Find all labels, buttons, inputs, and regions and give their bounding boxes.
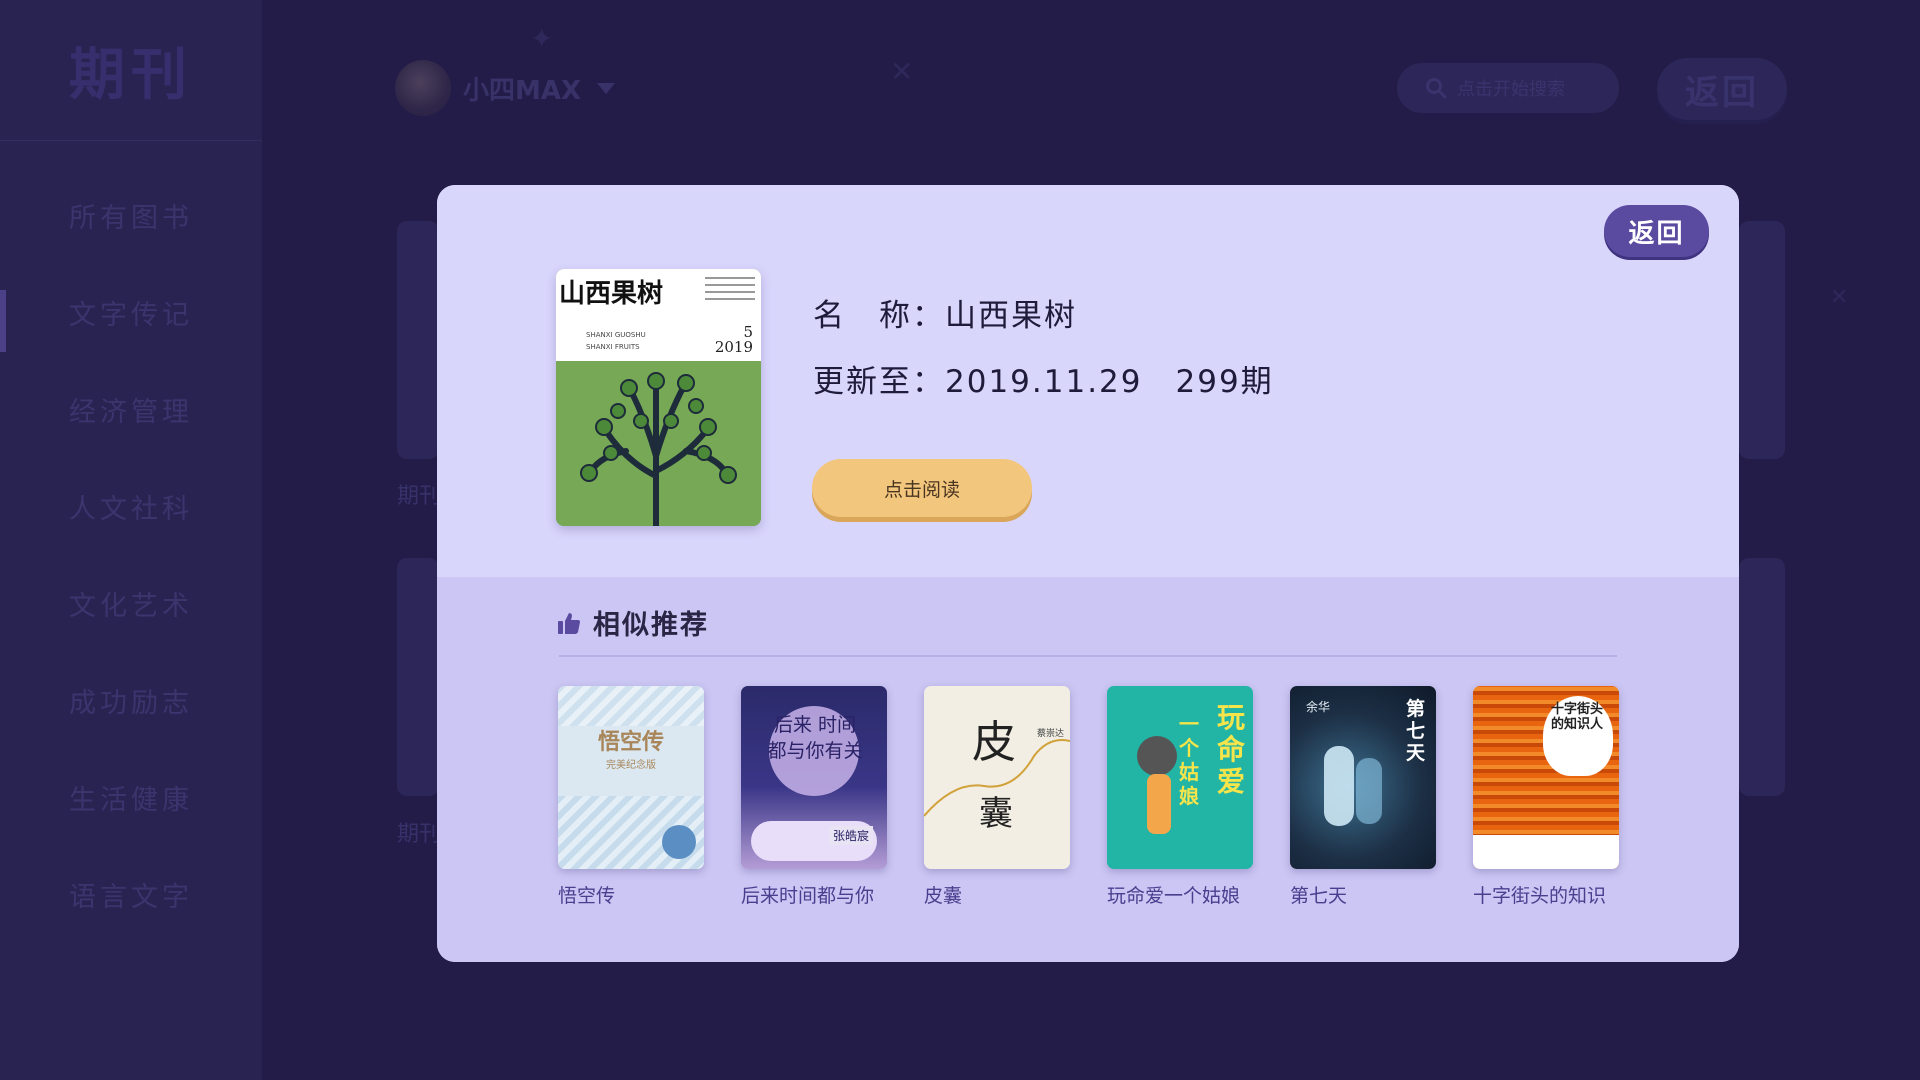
magazine-cover-subtitle: SHANXI GUOSHU SHANXI FRUITS (586, 331, 646, 351)
book-cover-author: 余华 (1306, 700, 1331, 714)
recommend-book[interactable]: 皮 囊 蔡崇达 皮囊 (924, 686, 1070, 908)
book-cover-subtext: 完美纪念版 (606, 760, 656, 771)
book-cover-author: 蔡崇达 (1036, 729, 1064, 739)
book-cover-text: 第七天 (1406, 698, 1426, 764)
book-title: 第七天 (1290, 885, 1348, 907)
recommend-book[interactable]: 十字街头的知识人 十字街头的知识 (1473, 686, 1619, 908)
book-title: 悟空传 (558, 885, 616, 907)
magazine-cover-issue: 5 2019 (715, 325, 753, 355)
book-cover[interactable]: 悟空传 完美纪念版 (558, 686, 704, 869)
gold-line-decoration-icon (924, 739, 1070, 817)
book-cover-text: 悟空传 (598, 729, 665, 755)
book-title: 后来时间都与你 (741, 885, 875, 907)
book-cover[interactable]: 余华 第七天 (1290, 686, 1436, 869)
magazine-cover-subtitle-2: SHANXI FRUITS (586, 343, 640, 351)
magazine-update-info: 更新至：2019.11.29 299期 (813, 364, 1274, 400)
recommend-book[interactable]: 玩命爱 一个姑娘 玩命爱一个姑娘 (1107, 686, 1253, 908)
book-cover-text: 十字街头的知识人 (1551, 702, 1604, 732)
magazine-cover: 山西果树 SHANXI GUOSHU SHANXI FRUITS 5 2019 (556, 269, 761, 526)
magazine-cover-header: 山西果树 SHANXI GUOSHU SHANXI FRUITS 5 2019 (556, 269, 761, 361)
thumbs-up-icon (558, 612, 580, 634)
magazine-cover-subtitle-1: SHANXI GUOSHU (586, 331, 646, 339)
book-cover[interactable]: 皮 囊 蔡崇达 (924, 686, 1070, 869)
book-title: 玩命爱一个姑娘 (1107, 885, 1241, 907)
recommend-title: 相似推荐 (593, 610, 709, 641)
magazine-cover-title: 山西果树 (559, 279, 664, 309)
magazine-cover-issue-year: 2019 (714, 338, 753, 356)
read-button[interactable]: 点击阅读 (812, 459, 1032, 517)
recommend-book[interactable]: 后来 时间 都与你有关 张皓宸 后来时间都与你 (741, 686, 887, 908)
book-cover[interactable]: 玩命爱 一个姑娘 (1107, 686, 1253, 869)
book-cover[interactable]: 后来 时间 都与你有关 张皓宸 (741, 686, 887, 869)
magazine-cover-info-lines (705, 277, 755, 305)
recommend-book[interactable]: 余华 第七天 第七天 (1290, 686, 1436, 908)
magazine-detail-modal: 返回 山西果树 SHANXI GUOSHU SHANXI FRUITS 5 20… (437, 185, 1739, 962)
book-cover-subtext: 囊 (979, 794, 1013, 834)
book-title: 十字街头的知识 (1473, 885, 1607, 907)
book-cover[interactable]: 十字街头的知识人 (1473, 686, 1619, 869)
book-title: 皮囊 (924, 885, 963, 907)
book-cover-subtext: 一个姑娘 (1179, 712, 1199, 808)
modal-back-button[interactable]: 返回 (1604, 205, 1709, 257)
book-cover-text: 后来 时间 都与你有关 (767, 714, 863, 762)
book-cover-text: 玩命爱 (1217, 701, 1246, 798)
book-cover-subtext: 张皓宸 (828, 826, 873, 845)
tree-illustration-icon (556, 361, 761, 526)
recommend-heading: 相似推荐 (557, 603, 709, 642)
recommend-book[interactable]: 悟空传 完美纪念版 悟空传 (558, 686, 704, 908)
magazine-name: 名 称：山西果树 (813, 298, 1077, 334)
recommend-divider (559, 655, 1617, 657)
